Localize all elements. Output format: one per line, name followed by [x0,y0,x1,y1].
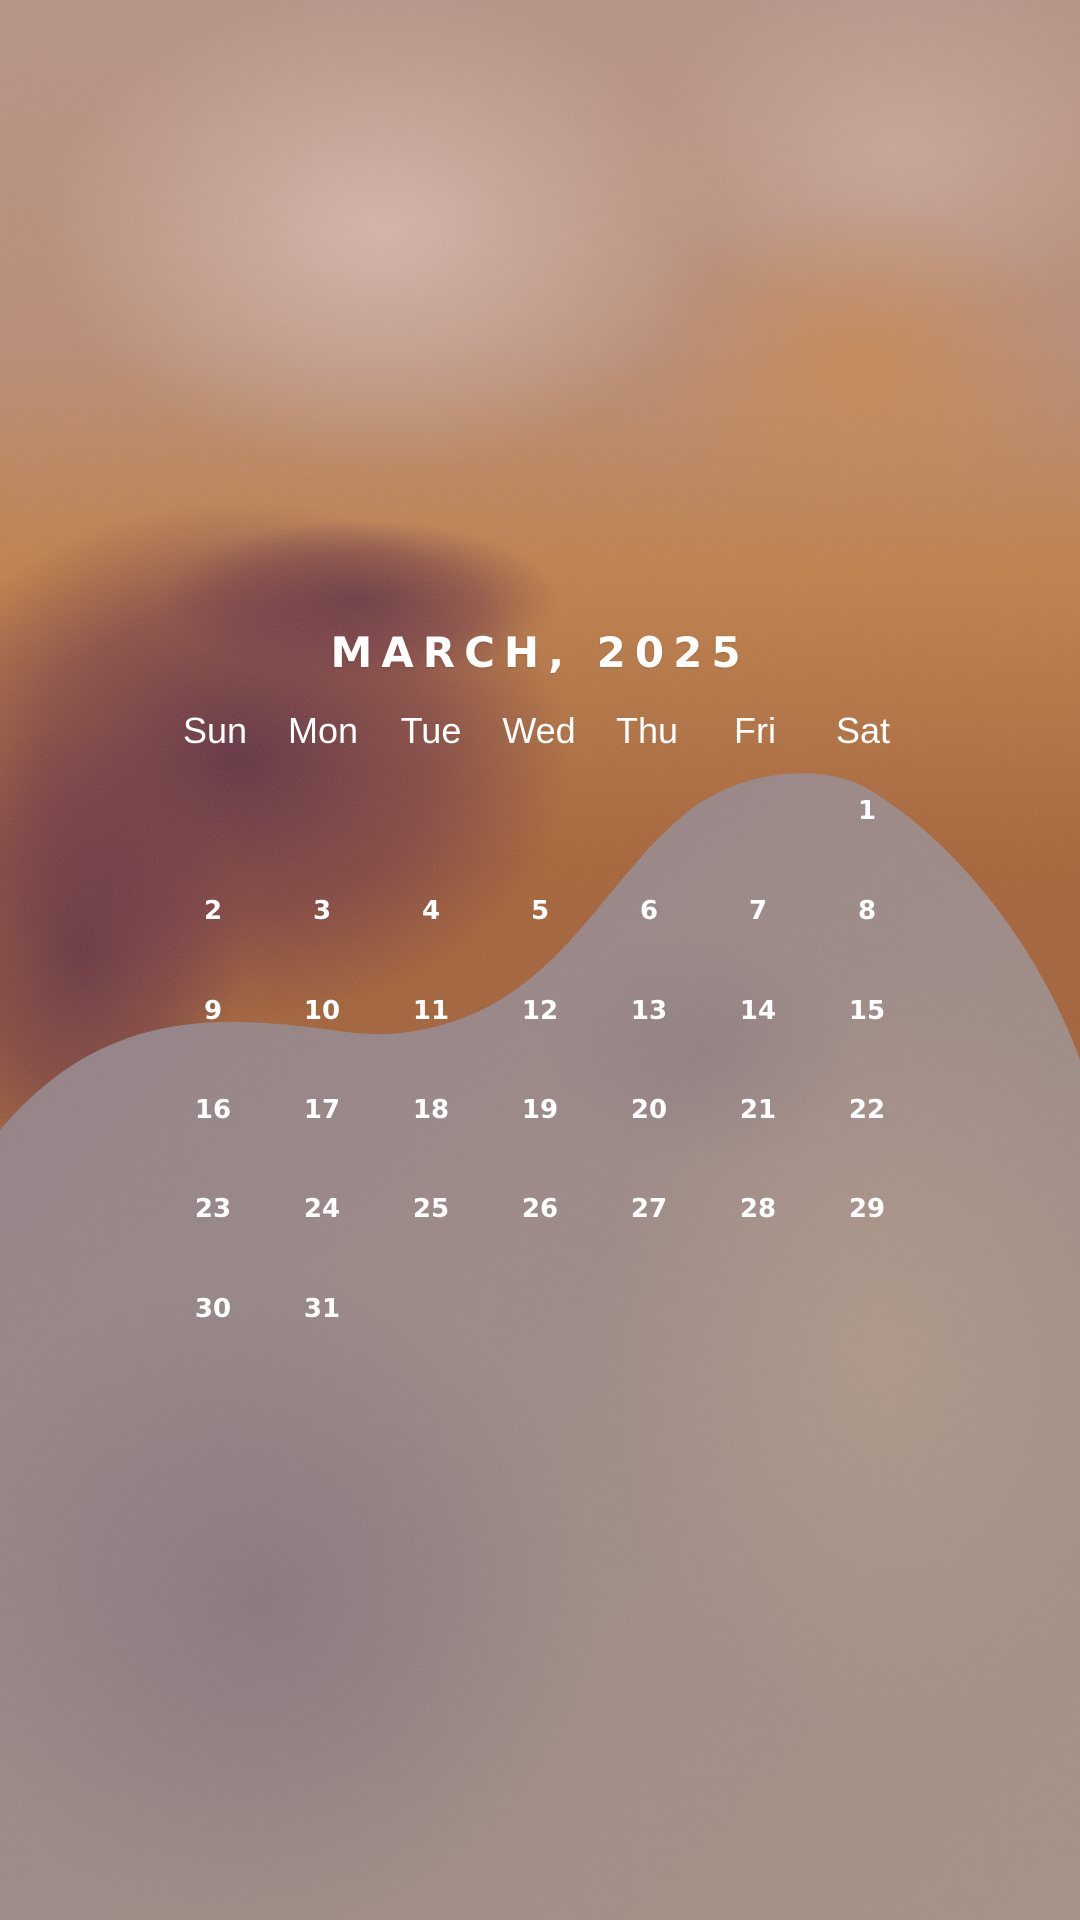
calendar-day: 11 [412,996,450,1026]
month-year-title: MARCH, 2025 [330,628,750,677]
calendar-day: 8 [857,896,877,926]
calendar-day: 10 [303,996,341,1026]
weekday-mon: Mon [287,710,359,751]
calendar-widget: MARCH, 2025 Sun Mon Tue Wed Thu Fri Sat … [0,0,1080,1920]
weekday-header-row: Sun Mon Tue Wed Thu Fri Sat [0,706,1080,756]
calendar-day: 20 [630,1095,668,1125]
calendar-day: 2 [203,896,223,926]
calendar-day: 29 [848,1194,886,1224]
calendar-day: 9 [203,996,223,1026]
calendar-day: 6 [639,896,659,926]
weekday-thu: Thu [615,710,679,751]
calendar-day: 7 [748,896,768,926]
calendar-day: 19 [521,1095,559,1125]
calendar-day: 15 [848,996,886,1026]
calendar-day: 16 [194,1095,232,1125]
calendar-day: 5 [530,896,550,926]
calendar-day: 12 [521,996,559,1026]
calendar-day: 30 [194,1294,232,1324]
calendar-day: 18 [412,1095,450,1125]
calendar-day: 26 [521,1194,559,1224]
calendar-day: 27 [630,1194,668,1224]
calendar-day: 14 [739,996,777,1026]
calendar-day: 4 [421,896,441,926]
weekday-wed: Wed [502,710,576,751]
calendar-day: 31 [303,1294,341,1324]
calendar-day: 24 [303,1194,341,1224]
weekday-sun: Sun [182,710,248,751]
calendar-day: 3 [312,896,332,926]
calendar-day: 28 [739,1194,777,1224]
calendar-day: 13 [630,996,668,1026]
calendar-day: 1 [857,796,877,826]
calendar-day: 22 [848,1095,886,1125]
weekday-fri: Fri [734,710,776,751]
weekday-sat: Sat [835,710,891,751]
calendar-day: 25 [412,1194,450,1224]
weekday-tue: Tue [400,710,462,751]
calendar-day: 17 [303,1095,341,1125]
calendar-day: 23 [194,1194,232,1224]
calendar-day: 21 [739,1095,777,1125]
